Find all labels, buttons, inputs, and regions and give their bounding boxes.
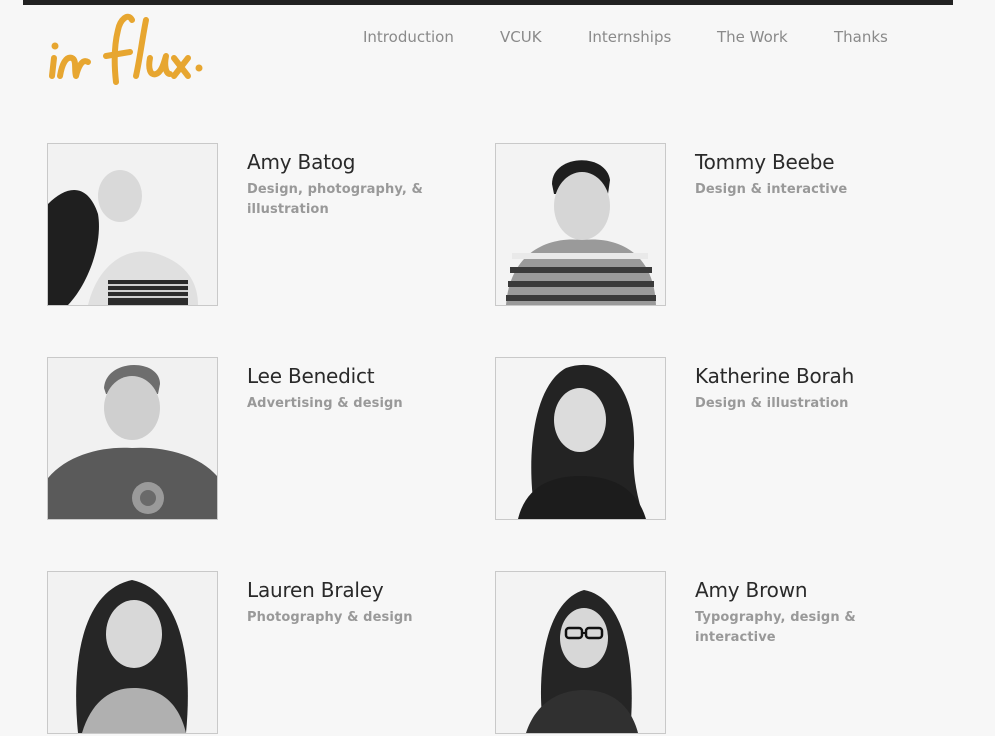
person-photo[interactable] [495, 571, 666, 734]
person-name[interactable]: Amy Batog [247, 150, 356, 174]
person-card[interactable]: Katherine Borah Design & illustration [495, 357, 915, 522]
person-name[interactable]: Amy Brown [695, 578, 808, 602]
nav-introduction[interactable]: Introduction [363, 28, 454, 46]
person-name[interactable]: Tommy Beebe [695, 150, 835, 174]
person-name[interactable]: Lee Benedict [247, 364, 375, 388]
nav-thanks[interactable]: Thanks [834, 28, 888, 46]
person-name[interactable]: Katherine Borah [695, 364, 854, 388]
person-card[interactable]: Amy Batog Design, photography, & illustr… [47, 143, 467, 308]
person-photo[interactable] [47, 571, 218, 734]
nav-the-work[interactable]: The Work [717, 28, 788, 46]
person-photo[interactable] [495, 357, 666, 520]
person-photo[interactable] [495, 143, 666, 306]
person-role: Design & interactive [695, 182, 848, 197]
person-role: Photography & design [247, 610, 413, 625]
person-photo[interactable] [47, 143, 218, 306]
nav-vcuk[interactable]: VCUK [500, 28, 542, 46]
nav-internships[interactable]: Internships [588, 28, 671, 46]
person-card[interactable]: Lee Benedict Advertising & design [47, 357, 467, 522]
person-card[interactable]: Amy Brown Typography, design & interacti… [495, 571, 915, 736]
person-role: Advertising & design [247, 396, 403, 411]
person-card[interactable]: Tommy Beebe Design & interactive [495, 143, 915, 308]
top-bar [23, 0, 953, 5]
person-name[interactable]: Lauren Braley [247, 578, 384, 602]
person-role: Design, photography, & illustration [247, 182, 423, 217]
person-card[interactable]: Lauren Braley Photography & design [47, 571, 467, 736]
person-photo[interactable] [47, 357, 218, 520]
person-role: Typography, design & interactive [695, 610, 856, 645]
in-flux-logo[interactable] [46, 6, 206, 96]
person-role: Design & illustration [695, 396, 849, 411]
